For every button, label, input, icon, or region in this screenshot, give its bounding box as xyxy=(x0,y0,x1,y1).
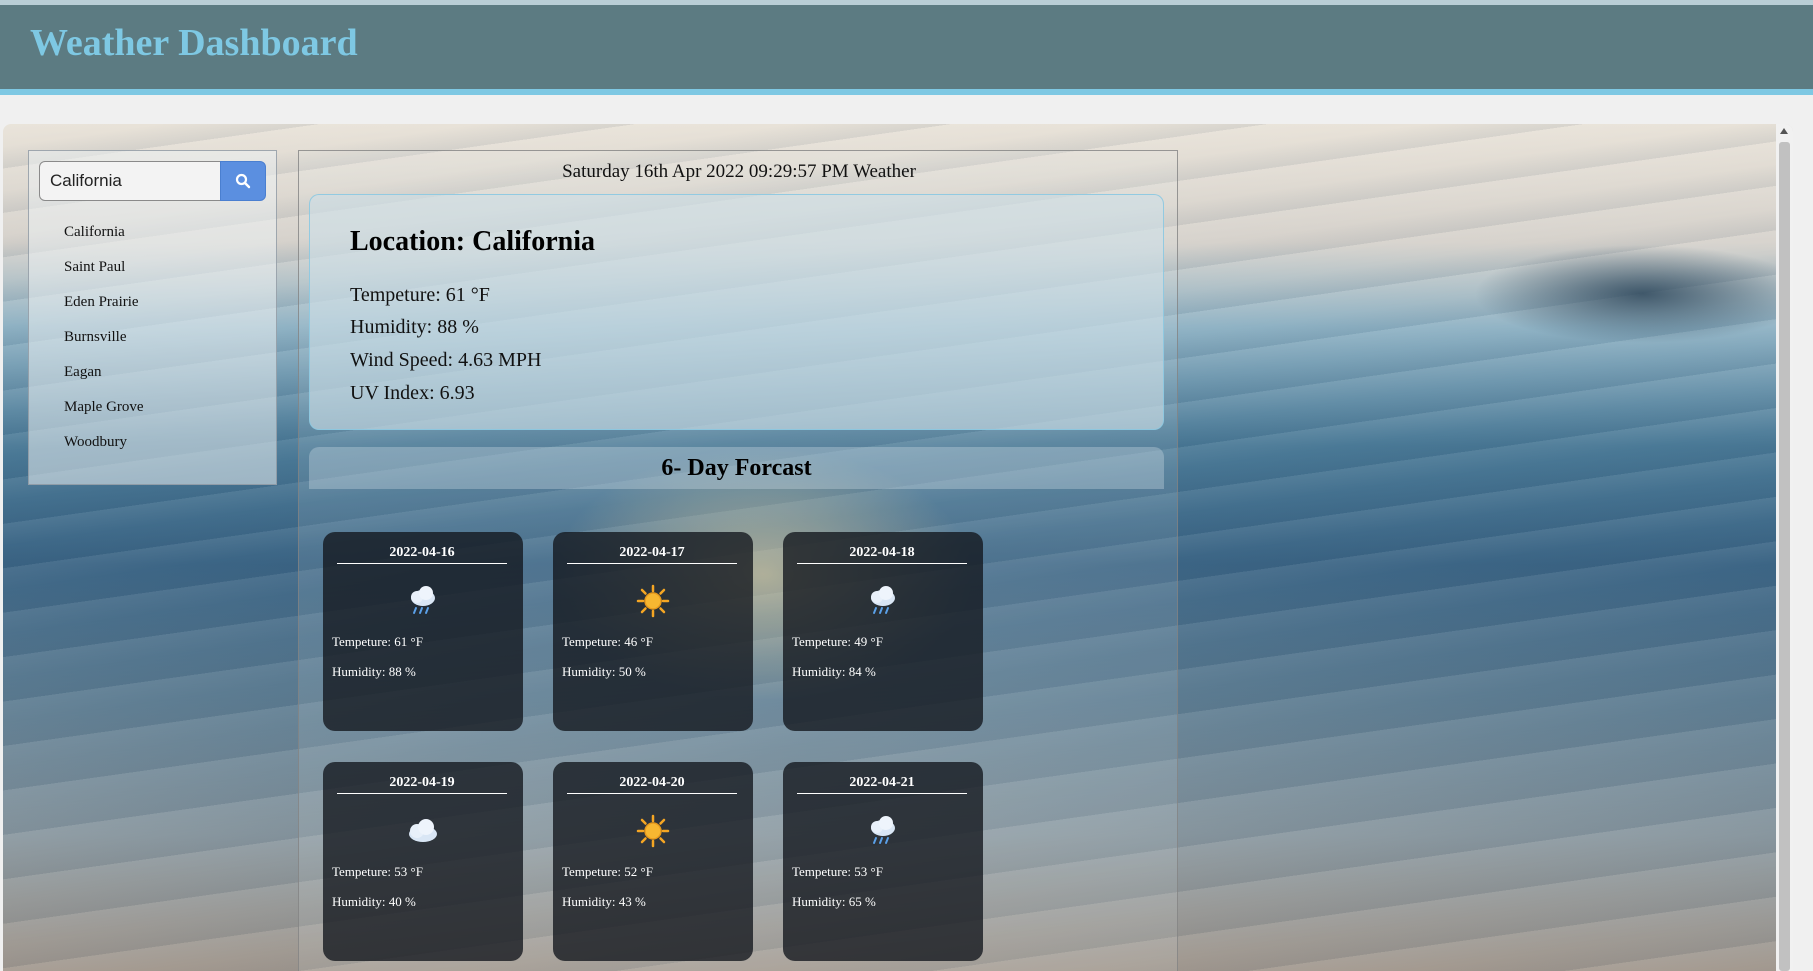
current-weather-card: Location: California Tempeture: 61 °F Hu… xyxy=(309,194,1164,430)
current-temperature: Tempeture: 61 °F xyxy=(350,284,490,306)
forecast-date: 2022-04-20 xyxy=(567,775,737,794)
city-search-input[interactable] xyxy=(39,161,221,201)
rain-cloud-icon xyxy=(871,816,895,844)
forecast-humidity: Humidity: 50 % xyxy=(562,664,646,679)
history-item-eagan[interactable]: Eagan xyxy=(64,363,144,398)
forecast-card: 2022-04-17 Tempeture: 46 °F Humidity: 50… xyxy=(553,532,753,731)
forecast-humidity: Humidity: 65 % xyxy=(792,894,876,909)
forecast-date: 2022-04-19 xyxy=(337,775,507,794)
weather-panel: Saturday 16th Apr 2022 09:29:57 PM Weath… xyxy=(298,150,1178,971)
forecast-humidity: Humidity: 88 % xyxy=(332,664,416,679)
sun-icon xyxy=(636,814,670,848)
current-uv-index: UV Index: 6.93 xyxy=(350,382,475,404)
history-item-burnsville[interactable]: Burnsville xyxy=(64,328,144,363)
forecast-date: 2022-04-21 xyxy=(797,775,967,794)
current-humidity: Humidity: 88 % xyxy=(350,316,479,338)
forecast-card: 2022-04-19 Tempeture: 53 °F Humidity: 40… xyxy=(323,762,523,961)
history-item-saint-paul[interactable]: Saint Paul xyxy=(64,258,144,293)
search-button[interactable] xyxy=(220,161,266,201)
forecast-humidity: Humidity: 43 % xyxy=(562,894,646,909)
sun-icon xyxy=(636,584,670,618)
forecast-date: 2022-04-18 xyxy=(797,545,967,564)
forecast-temperature: Tempeture: 53 °F xyxy=(332,864,423,879)
forecast-temperature: Tempeture: 53 °F xyxy=(792,864,883,879)
forecast-card: 2022-04-20 Tempeture: 52 °F Humidity: 43… xyxy=(553,762,753,961)
search-sidebar: California Saint Paul Eden Prairie Burns… xyxy=(28,150,277,485)
history-item-woodbury[interactable]: Woodbury xyxy=(64,433,144,468)
search-icon xyxy=(235,173,251,189)
forecast-card: 2022-04-21 Tempeture: 53 °F Humidity: 65… xyxy=(783,762,983,961)
history-item-eden-prairie[interactable]: Eden Prairie xyxy=(64,293,144,328)
app-title: Weather Dashboard xyxy=(30,22,358,64)
forecast-temperature: Tempeture: 52 °F xyxy=(562,864,653,879)
forecast-humidity: Humidity: 40 % xyxy=(332,894,416,909)
rain-cloud-icon xyxy=(871,586,895,614)
page-content: California Saint Paul Eden Prairie Burns… xyxy=(3,124,1793,971)
forecast-temperature: Tempeture: 61 °F xyxy=(332,634,423,649)
search-history-list: California Saint Paul Eden Prairie Burns… xyxy=(64,223,144,468)
forecast-date: 2022-04-16 xyxy=(337,545,507,564)
current-datetime: Saturday 16th Apr 2022 09:29:57 PM Weath… xyxy=(562,161,916,182)
forecast-date: 2022-04-17 xyxy=(567,545,737,564)
history-item-california[interactable]: California xyxy=(64,223,144,258)
forecast-card: 2022-04-16 Tempeture: 61 °F Humidity: 88… xyxy=(323,532,523,731)
current-wind-speed: Wind Speed: 4.63 MPH xyxy=(350,349,542,371)
app-header: Weather Dashboard xyxy=(0,5,1813,95)
scroll-thumb[interactable] xyxy=(1779,142,1790,971)
forecast-humidity: Humidity: 84 % xyxy=(792,664,876,679)
scroll-up-arrow-icon[interactable] xyxy=(1780,128,1788,134)
forecast-temperature: Tempeture: 46 °F xyxy=(562,634,653,649)
rain-cloud-icon xyxy=(411,586,435,614)
vertical-scrollbar[interactable] xyxy=(1776,124,1793,971)
forecast-title: 6- Day Forcast xyxy=(661,455,812,481)
location-heading: Location: California xyxy=(350,226,595,257)
cloud-icon xyxy=(409,819,437,842)
history-item-maple-grove[interactable]: Maple Grove xyxy=(64,398,144,433)
forecast-temperature: Tempeture: 49 °F xyxy=(792,634,883,649)
forecast-card: 2022-04-18 Tempeture: 49 °F Humidity: 84… xyxy=(783,532,983,731)
